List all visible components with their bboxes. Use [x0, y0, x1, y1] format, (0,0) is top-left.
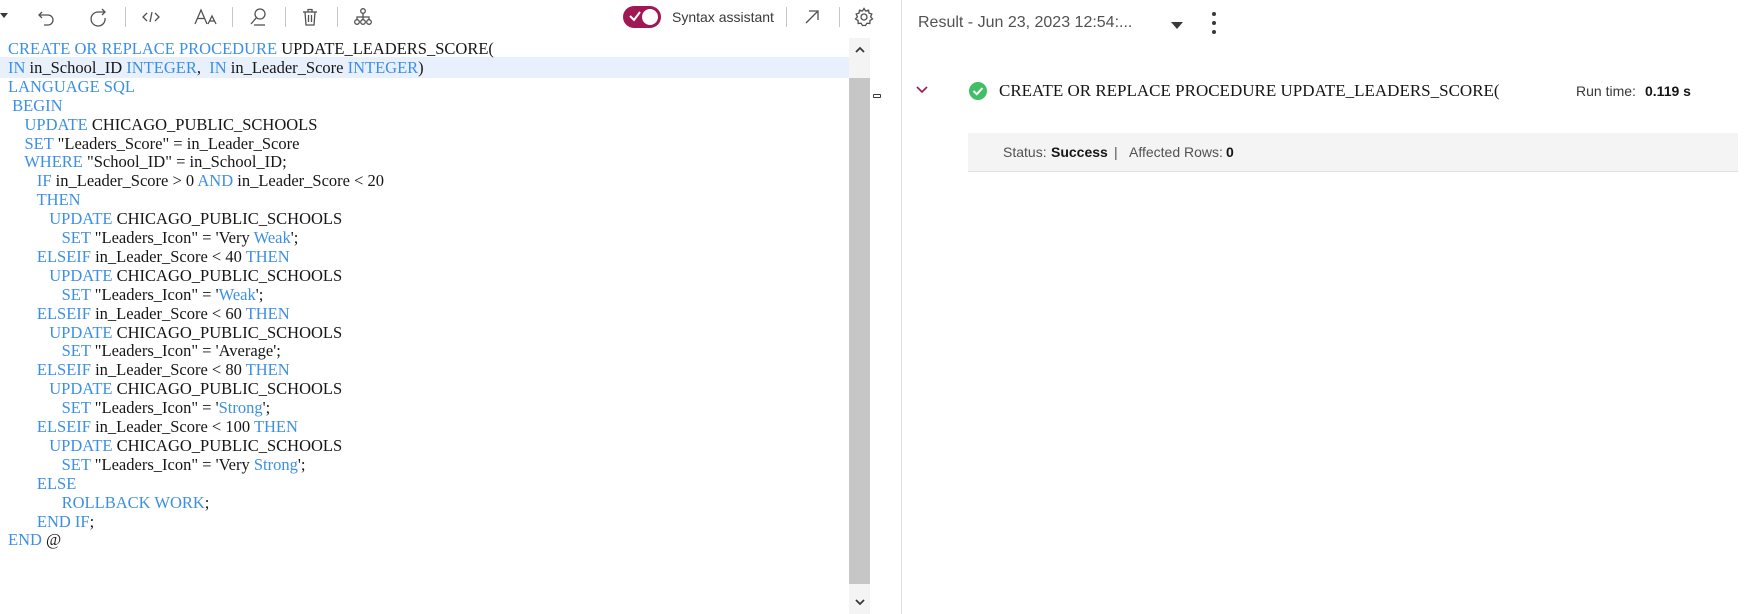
code-line[interactable]: IF in_Leader_Score > 0 AND in_Leader_Sco…: [8, 170, 384, 191]
code-line[interactable]: ELSEIF in_Leader_Score < 100 THEN: [8, 416, 298, 437]
find-icon[interactable]: [246, 5, 270, 29]
toggle-knob: [642, 9, 658, 25]
panel-resize-handle[interactable]: [873, 94, 881, 98]
code-line[interactable]: UPDATE CHICAGO_PUBLIC_SCHOOLS: [8, 322, 342, 343]
toolbar-separator: [125, 7, 126, 27]
overflow-menu-icon[interactable]: [1210, 12, 1218, 40]
sql-editor[interactable]: CREATE OR REPLACE PROCEDURE UPDATE_LEADE…: [0, 38, 870, 614]
syntax-assistant-toggle[interactable]: [623, 6, 661, 28]
runtime-value: 0.119 s: [1645, 83, 1691, 99]
toolbar-separator: [337, 7, 338, 27]
chevron-down-icon[interactable]: [914, 82, 930, 98]
code-line[interactable]: ELSEIF in_Leader_Score < 80 THEN: [8, 359, 290, 380]
scroll-thumb[interactable]: [849, 78, 870, 584]
affected-rows-value: 0: [1226, 144, 1234, 160]
result-dropdown-icon[interactable]: [1171, 22, 1183, 29]
code-line[interactable]: UPDATE CHICAGO_PUBLIC_SCHOOLS: [8, 265, 342, 286]
code-line[interactable]: ELSE: [8, 473, 76, 494]
code-line[interactable]: BEGIN: [8, 95, 62, 116]
code-line[interactable]: END @: [8, 529, 61, 550]
undo-icon[interactable]: [34, 5, 58, 29]
toolbar-separator: [232, 7, 233, 27]
status-label: Status:: [1003, 144, 1047, 160]
code-line[interactable]: CREATE OR REPLACE PROCEDURE UPDATE_LEADE…: [8, 38, 494, 59]
code-line[interactable]: SET "Leaders_Icon" = 'Strong';: [8, 397, 271, 418]
code-line[interactable]: SET "Leaders_Icon" = 'Very Weak';: [8, 227, 299, 248]
code-line[interactable]: UPDATE CHICAGO_PUBLIC_SCHOOLS: [8, 435, 342, 456]
delete-icon[interactable]: [298, 5, 322, 29]
result-title[interactable]: Result - Jun 23, 2023 12:54:...: [918, 14, 1132, 32]
toolbar-separator: [285, 7, 286, 27]
code-line[interactable]: THEN: [8, 189, 81, 210]
status-value: Success: [1051, 144, 1108, 160]
dropdown-caret-icon[interactable]: [0, 13, 8, 18]
font-size-icon[interactable]: [191, 5, 221, 29]
syntax-assistant-label: Syntax assistant: [672, 9, 774, 25]
result-status-bar: Status: Success | Affected Rows: 0: [968, 133, 1738, 172]
toolbar-separator: [839, 7, 840, 27]
code-icon[interactable]: [139, 5, 163, 29]
code-line[interactable]: UPDATE CHICAGO_PUBLIC_SCHOOLS: [8, 208, 342, 229]
editor-scrollbar[interactable]: [849, 38, 870, 614]
redo-icon[interactable]: [86, 5, 110, 29]
code-area[interactable]: CREATE OR REPLACE PROCEDURE UPDATE_LEADE…: [0, 38, 849, 614]
code-line[interactable]: ELSEIF in_Leader_Score < 40 THEN: [8, 246, 290, 267]
scroll-down-icon[interactable]: [849, 590, 870, 614]
affected-rows-label: Affected Rows:: [1129, 144, 1223, 160]
status-separator: |: [1114, 144, 1118, 160]
result-header: Result - Jun 23, 2023 12:54:...: [918, 12, 1748, 42]
toolbar-separator: [786, 7, 787, 27]
code-line[interactable]: SET "Leaders_Icon" = 'Very Strong';: [8, 454, 306, 475]
code-line[interactable]: UPDATE CHICAGO_PUBLIC_SCHOOLS: [8, 378, 342, 399]
result-item[interactable]: CREATE OR REPLACE PROCEDURE UPDATE_LEADE…: [900, 72, 1748, 116]
code-line[interactable]: LANGUAGE SQL: [8, 76, 135, 97]
explain-tree-icon[interactable]: [351, 5, 375, 29]
settings-icon[interactable]: [852, 5, 876, 29]
code-line[interactable]: IN in_School_ID INTEGER, IN in_Leader_Sc…: [8, 57, 424, 78]
code-line[interactable]: SET "Leaders_Icon" = 'Average';: [8, 340, 281, 361]
open-external-icon[interactable]: [800, 5, 824, 29]
code-line[interactable]: SET "Leaders_Icon" = 'Weak';: [8, 284, 264, 305]
scroll-up-icon[interactable]: [849, 38, 870, 62]
checkmark-icon: [628, 9, 642, 23]
code-line[interactable]: SET "Leaders_Score" = in_Leader_Score: [8, 133, 300, 154]
editor-toolbar: Syntax assistant: [0, 0, 900, 34]
statement-text: CREATE OR REPLACE PROCEDURE UPDATE_LEADE…: [999, 81, 1500, 100]
code-line[interactable]: ROLLBACK WORK;: [8, 492, 210, 513]
code-line[interactable]: END IF;: [8, 511, 94, 532]
code-line[interactable]: WHERE "School_ID" = in_School_ID;: [8, 151, 286, 172]
code-line[interactable]: ELSEIF in_Leader_Score < 60 THEN: [8, 303, 290, 324]
code-line[interactable]: UPDATE CHICAGO_PUBLIC_SCHOOLS: [8, 114, 318, 135]
success-check-icon: [968, 81, 988, 101]
runtime-label: Run time:: [1576, 83, 1636, 99]
